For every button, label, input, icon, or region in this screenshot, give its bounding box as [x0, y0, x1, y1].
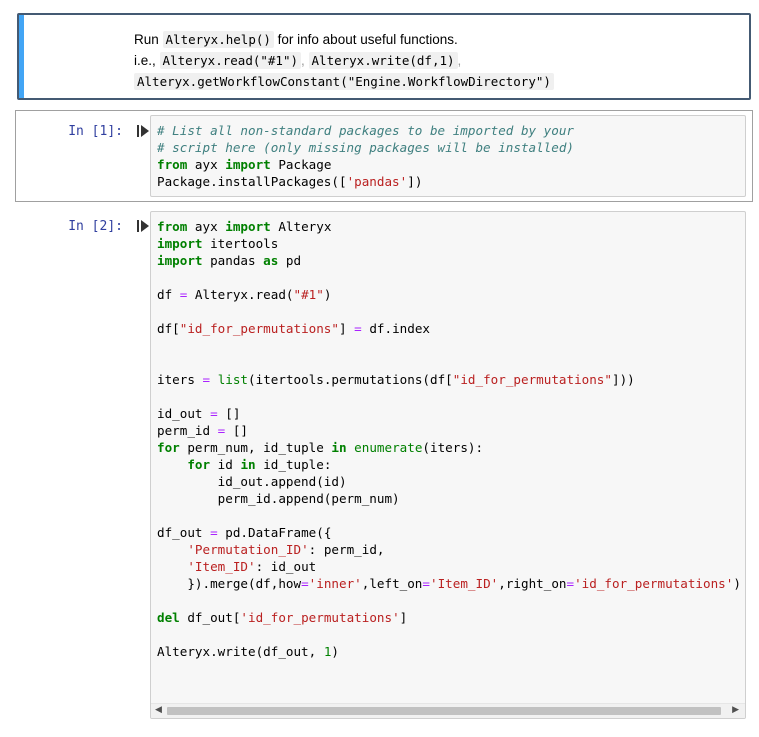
input-prompt: In [1]: [68, 124, 123, 139]
inline-code: Alteryx.getWorkflowConstant("Engine.Work… [134, 73, 554, 90]
run-cell-icon[interactable] [137, 220, 149, 232]
md-text: Run [134, 32, 159, 47]
input-prompt: In [2]: [68, 219, 123, 234]
code-cell-2[interactable]: In [2]: from ayx import Alteryx import i… [15, 210, 753, 720]
md-text: for info about useful functions. [277, 32, 458, 47]
inline-code: Alteryx.write(df,1) [308, 52, 458, 69]
run-cell-icon[interactable] [137, 125, 149, 137]
horizontal-scrollbar[interactable]: ◀ ▶ [151, 703, 745, 718]
md-separator: , [457, 53, 462, 68]
md-text: i.e., [134, 53, 156, 68]
md-separator: , [301, 53, 305, 68]
markdown-cell[interactable]: Run Alteryx.help() for info about useful… [17, 13, 751, 100]
inline-code: Alteryx.help() [162, 31, 274, 48]
code-text[interactable]: # List all non-standard packages to be i… [151, 116, 745, 190]
code-cell-1[interactable]: In [1]: # List all non-standard packages… [15, 110, 753, 202]
scroll-right-icon[interactable]: ▶ [732, 705, 739, 715]
scroll-left-icon[interactable]: ◀ [155, 705, 162, 715]
code-text[interactable]: from ayx import Alteryx import itertools… [151, 212, 745, 660]
markdown-line-3: Alteryx.getWorkflowConstant("Engine.Work… [134, 71, 554, 92]
selected-cell-indicator [19, 15, 24, 98]
code-editor[interactable]: # List all non-standard packages to be i… [150, 115, 746, 197]
code-editor[interactable]: from ayx import Alteryx import itertools… [150, 211, 746, 719]
markdown-line-1: Run Alteryx.help() for info about useful… [134, 29, 554, 50]
scrollbar-thumb[interactable] [167, 707, 721, 715]
markdown-content: Run Alteryx.help() for info about useful… [134, 29, 554, 92]
inline-code: Alteryx.read("#1") [159, 52, 301, 69]
markdown-line-2: i.e., Alteryx.read("#1"), Alteryx.write(… [134, 50, 554, 71]
